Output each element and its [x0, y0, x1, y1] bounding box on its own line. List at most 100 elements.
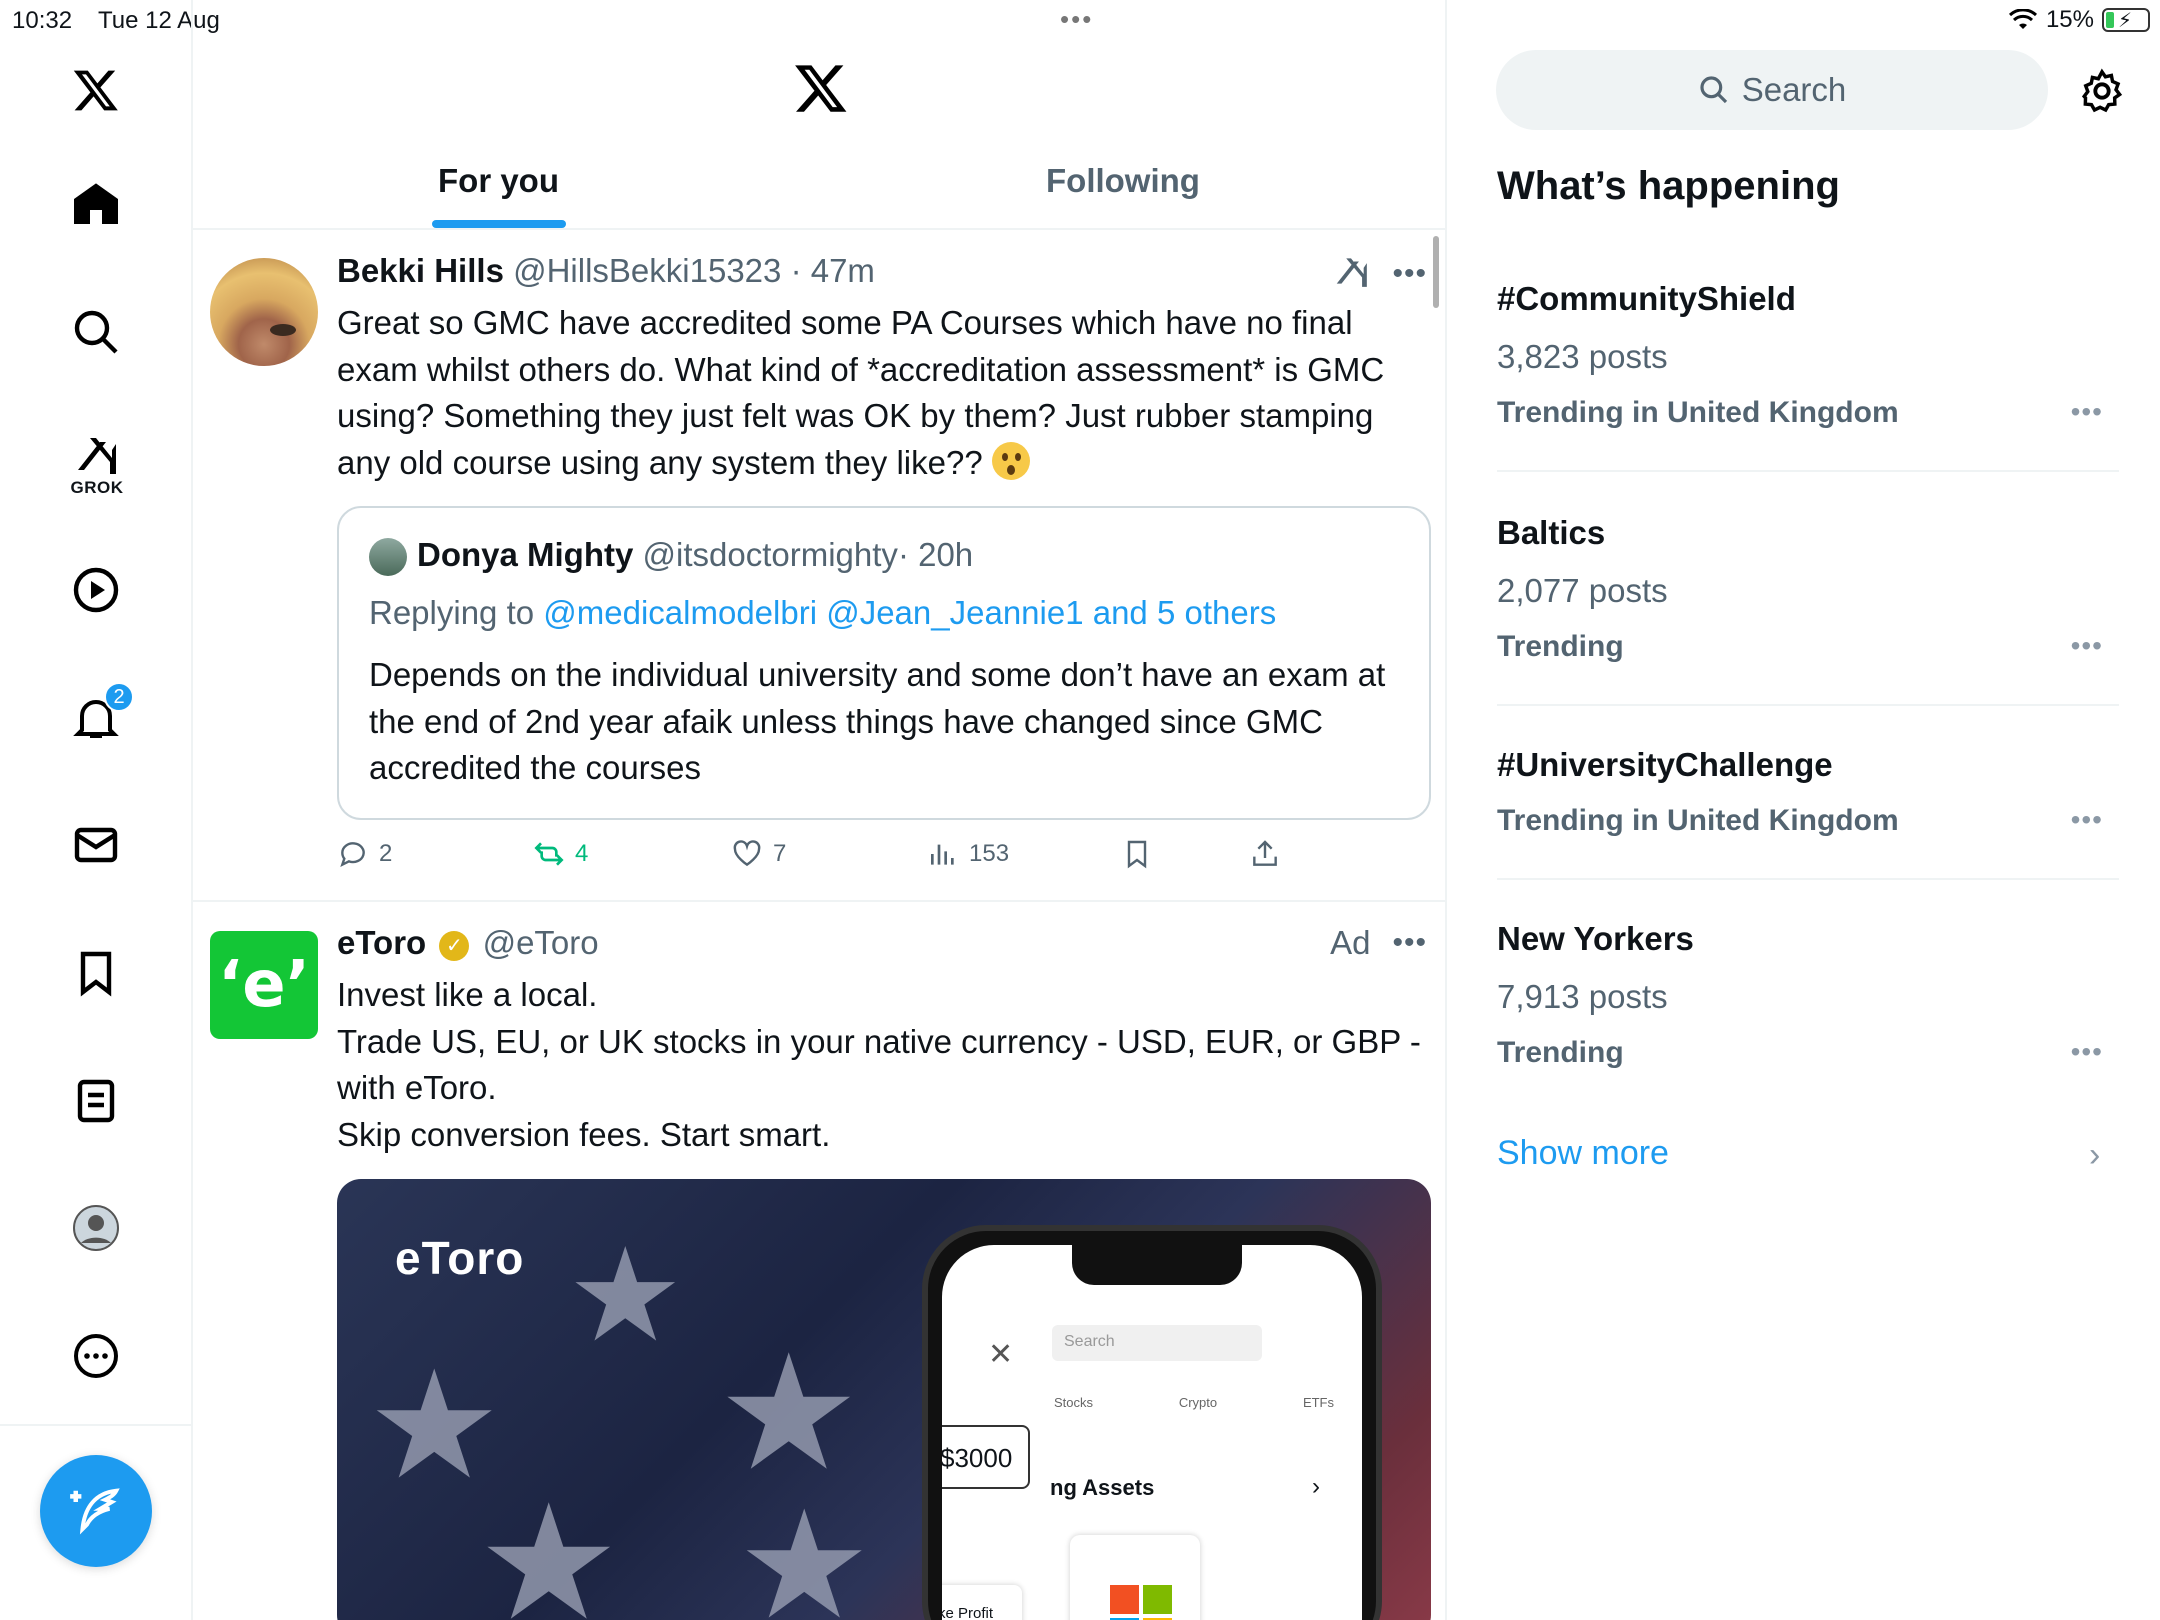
- phone-mockup: ✕ Search Stocks Crypto ETFs $3000 ng Ass…: [922, 1225, 1382, 1620]
- timeline: For you Following Bekki Hills @HillsBekk…: [193, 0, 1447, 1620]
- trend-item[interactable]: #CommunityShield 3,823 posts Trending in…: [1497, 270, 2119, 472]
- microsoft-logo-icon: [1110, 1585, 1172, 1620]
- reply-count: 2: [379, 840, 393, 867]
- ad-text-line: Trade US, EU, or UK stocks in your nativ…: [337, 1022, 1421, 1107]
- replying-to-prefix: Replying to: [369, 594, 544, 631]
- trend-context: Trending: [1497, 1036, 1624, 1069]
- like-button[interactable]: 7: [731, 838, 786, 870]
- reply-icon: [340, 842, 365, 868]
- search-icon: [1700, 76, 1727, 104]
- trend-posts: 2,077 posts: [1497, 572, 1668, 609]
- ad-text-line: Invest like a local.: [337, 976, 598, 1013]
- trend-more-icon[interactable]: •••: [2071, 396, 2103, 428]
- tweet[interactable]: Bekki Hills @HillsBekki15323 · 47m ••• G…: [193, 232, 1445, 902]
- phone-amount: $3000: [942, 1425, 1030, 1489]
- compose-post-button[interactable]: [40, 1455, 152, 1567]
- notifications-bell-icon[interactable]: 2: [66, 682, 134, 748]
- ad-image[interactable]: ★ ★ ★ ★ ★ eToro ✕ Search Stocks Crypto E…: [337, 1179, 1431, 1620]
- tweet-actions: 2 4 7 153: [337, 838, 1397, 878]
- explore-search-icon[interactable]: [66, 302, 126, 362]
- trend-item[interactable]: New Yorkers 7,913 posts Trending •••: [1497, 910, 2119, 1090]
- tweet-header: eToro ✓ @eToro: [337, 924, 599, 962]
- x-logo-icon[interactable]: [66, 60, 126, 120]
- home-icon[interactable]: [66, 174, 126, 234]
- tweet-header-actions: Ad •••: [1330, 924, 1427, 962]
- repost-icon: [534, 842, 564, 866]
- tab-for-you[interactable]: For you: [438, 162, 559, 200]
- right-sidebar: Search What’s happening #CommunityShield…: [1449, 0, 2160, 1620]
- trend-context: Trending in United Kingdom: [1497, 804, 1899, 837]
- search-input[interactable]: Search: [1496, 50, 2048, 130]
- tweet-header: Bekki Hills @HillsBekki15323 · 47m: [337, 252, 875, 290]
- x-logo-header-icon[interactable]: [793, 60, 849, 116]
- video-icon[interactable]: [66, 560, 126, 620]
- etoro-logo-avatar[interactable]: ‘e’: [210, 931, 318, 1039]
- tab-following[interactable]: Following: [1046, 162, 1200, 200]
- promoted-tweet[interactable]: ‘e’ eToro ✓ @eToro Ad ••• Invest like a …: [193, 904, 1445, 1620]
- grok-explain-icon[interactable]: [1332, 252, 1370, 295]
- author-handle[interactable]: @HillsBekki15323: [513, 252, 781, 289]
- grok-icon[interactable]: [66, 424, 126, 484]
- phone-tab: Crypto: [1178, 1395, 1218, 1410]
- trend-item[interactable]: #UniversityChallenge Trending in United …: [1497, 736, 2119, 880]
- trend-context: Trending: [1497, 630, 1624, 663]
- replying-to-links[interactable]: @medicalmodelbri @Jean_Jeannie1 and 5 ot…: [543, 594, 1276, 631]
- quote-author-handle: @itsdoctormighty: [642, 536, 898, 573]
- ad-text-line: Skip conversion fees. Start smart.: [337, 1115, 831, 1153]
- messages-mail-icon[interactable]: [66, 815, 126, 875]
- trend-more-icon[interactable]: •••: [2071, 1036, 2103, 1068]
- author-handle[interactable]: @eToro: [483, 924, 599, 961]
- compose-feather-icon: [70, 1488, 120, 1535]
- quote-header: Donya Mighty @itsdoctormighty· 20h: [417, 536, 973, 574]
- phone-assets-heading: ng Assets: [1050, 1475, 1155, 1500]
- share-upload-icon: [1253, 840, 1277, 866]
- repost-count: 4: [575, 840, 589, 867]
- tweet-header-actions: •••: [1332, 252, 1427, 295]
- tweet-text-content: Great so GMC have accredited some PA Cou…: [337, 304, 1385, 481]
- quote-avatar: [369, 538, 407, 576]
- astonished-emoji-icon: [991, 441, 1030, 480]
- trend-item[interactable]: Baltics 2,077 posts Trending •••: [1497, 504, 2119, 706]
- quote-author-name: Donya Mighty: [417, 536, 634, 573]
- tweet-time[interactable]: · 47m: [791, 252, 875, 289]
- tweet-text: Great so GMC have accredited some PA Cou…: [337, 300, 1432, 486]
- tweet-text: Invest like a local. Trade US, EU, or UK…: [337, 972, 1432, 1158]
- reply-button[interactable]: 2: [337, 838, 392, 870]
- trend-name: Baltics: [1497, 514, 1606, 551]
- more-icon[interactable]: •••: [1392, 257, 1427, 291]
- views-chart-icon: [931, 844, 954, 865]
- bookmark-icon: [1127, 840, 1147, 869]
- author-name[interactable]: Bekki Hills: [337, 252, 504, 289]
- trend-more-icon[interactable]: •••: [2071, 630, 2103, 662]
- bookmarks-icon[interactable]: [66, 943, 126, 1003]
- lists-icon[interactable]: [66, 1071, 126, 1131]
- nav-divider: [0, 1424, 193, 1426]
- show-more-link[interactable]: Show more: [1497, 1134, 1669, 1173]
- gear-icon[interactable]: [2079, 68, 2125, 114]
- views-count: 153: [969, 840, 1010, 867]
- more-icon[interactable]: •••: [1392, 926, 1427, 960]
- more-options-icon[interactable]: [66, 1326, 126, 1386]
- quote-time: · 20h: [897, 536, 974, 573]
- search-placeholder: Search: [1741, 71, 1847, 108]
- trend-more-icon[interactable]: •••: [2071, 804, 2103, 836]
- views-button[interactable]: 153: [927, 838, 1009, 870]
- avatar[interactable]: [210, 258, 318, 366]
- quoted-tweet[interactable]: Donya Mighty @itsdoctormighty· 20h Reply…: [337, 506, 1431, 820]
- trend-context: Trending in United Kingdom: [1497, 396, 1899, 429]
- bookmark-button[interactable]: [1121, 838, 1153, 870]
- notifications-badge: 2: [104, 682, 134, 712]
- like-count: 7: [773, 840, 787, 867]
- phone-search: Search: [1052, 1325, 1262, 1361]
- active-tab-indicator: [432, 220, 566, 228]
- phone-profit-card: ke Profit TP: [942, 1585, 1022, 1620]
- left-nav: GROK 2: [0, 0, 193, 1620]
- quote-text: Depends on the individual university and…: [369, 656, 1386, 786]
- ad-label: Ad: [1330, 924, 1371, 961]
- repost-button[interactable]: 4: [533, 838, 588, 870]
- share-button[interactable]: [1249, 838, 1281, 870]
- profile-avatar-icon[interactable]: [66, 1198, 126, 1258]
- author-name[interactable]: eToro: [337, 924, 426, 961]
- trend-name: #CommunityShield: [1497, 280, 1796, 317]
- ad-brand-logo: eToro: [395, 1232, 525, 1284]
